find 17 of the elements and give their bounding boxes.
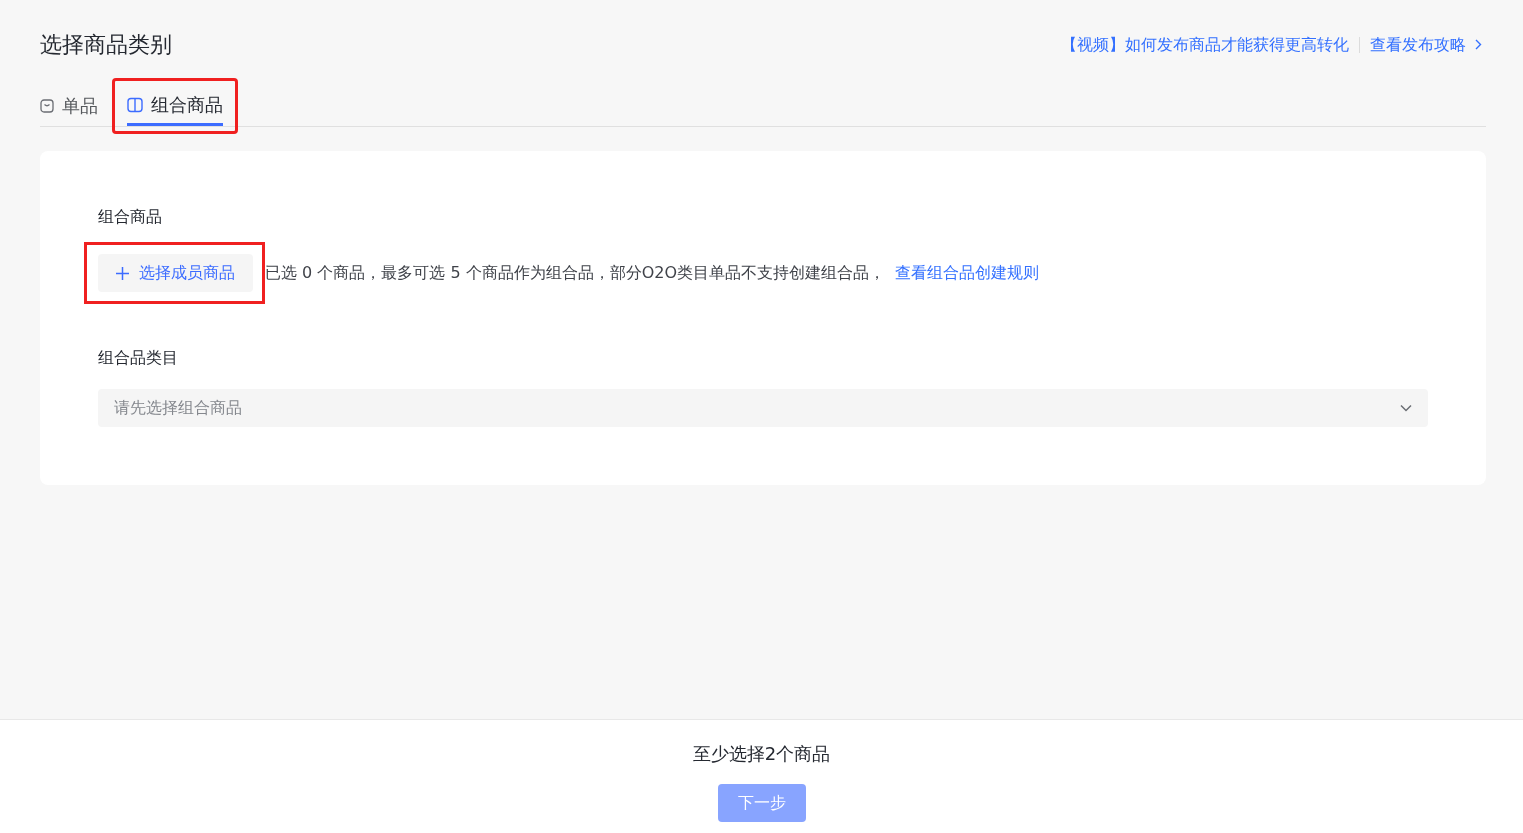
category-tab[interactable]: 单品 <box>40 94 98 127</box>
field-label: 组合品类目 <box>98 348 179 369</box>
page-title: 选择商品类别 <box>40 31 172 59</box>
select-members-button[interactable]: 选择成员商品 <box>98 254 253 292</box>
chevron-down-icon <box>1400 404 1412 412</box>
chevron-right-icon <box>1475 38 1482 50</box>
category-select[interactable]: 请先选择组合商品 <box>98 389 1428 427</box>
plus-icon <box>116 266 129 280</box>
selection-hint: 已选 0 个商品，最多可选 5 个商品作为组合品，部分O2O类目单品不支持创建组合品， <box>265 262 886 284</box>
help-link[interactable]: 【视频】如何发布商品才能获得更高转化 <box>1061 34 1349 56</box>
field-label: 组合商品 <box>98 207 163 228</box>
bag-icon <box>40 99 54 113</box>
split-square-icon <box>127 97 143 113</box>
help-link[interactable]: 查看发布攻略 <box>1370 34 1482 56</box>
rules-link[interactable]: 查看组合品创建规则 <box>895 262 1040 284</box>
category-tab[interactable]: 组合商品 <box>127 93 223 126</box>
selection-notice: 至少选择2个商品 <box>692 742 831 766</box>
